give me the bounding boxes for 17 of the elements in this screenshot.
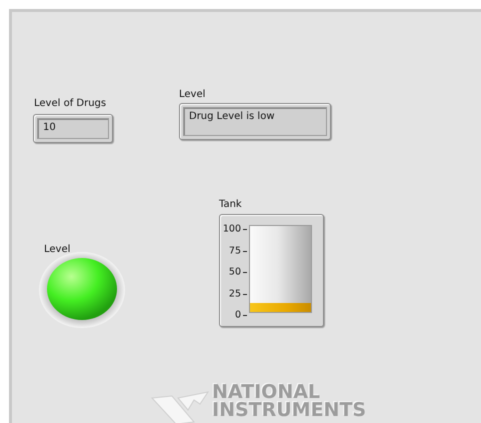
led-label: Level bbox=[44, 244, 70, 255]
string-value: Drug Level is low bbox=[183, 107, 327, 136]
tick-mark bbox=[243, 272, 247, 273]
tick-mark bbox=[243, 315, 247, 316]
scale-label: 25 bbox=[228, 288, 241, 299]
logo-text: NATIONAL bbox=[212, 383, 320, 402]
indicator-label: Level of Drugs bbox=[34, 98, 106, 109]
logo-text: INSTRUMENTS bbox=[212, 401, 366, 420]
scale-label: 50 bbox=[228, 266, 241, 278]
scale-label: 75 bbox=[228, 245, 241, 256]
tick-mark bbox=[243, 250, 247, 252]
scale-label: 100 bbox=[222, 224, 241, 234]
numeric-value: 10 bbox=[37, 118, 109, 139]
tank-label: Tank bbox=[219, 199, 242, 210]
tick-mark bbox=[243, 229, 247, 230]
indicator-label: Level bbox=[179, 89, 206, 100]
scale-label: 0 bbox=[234, 310, 241, 320]
